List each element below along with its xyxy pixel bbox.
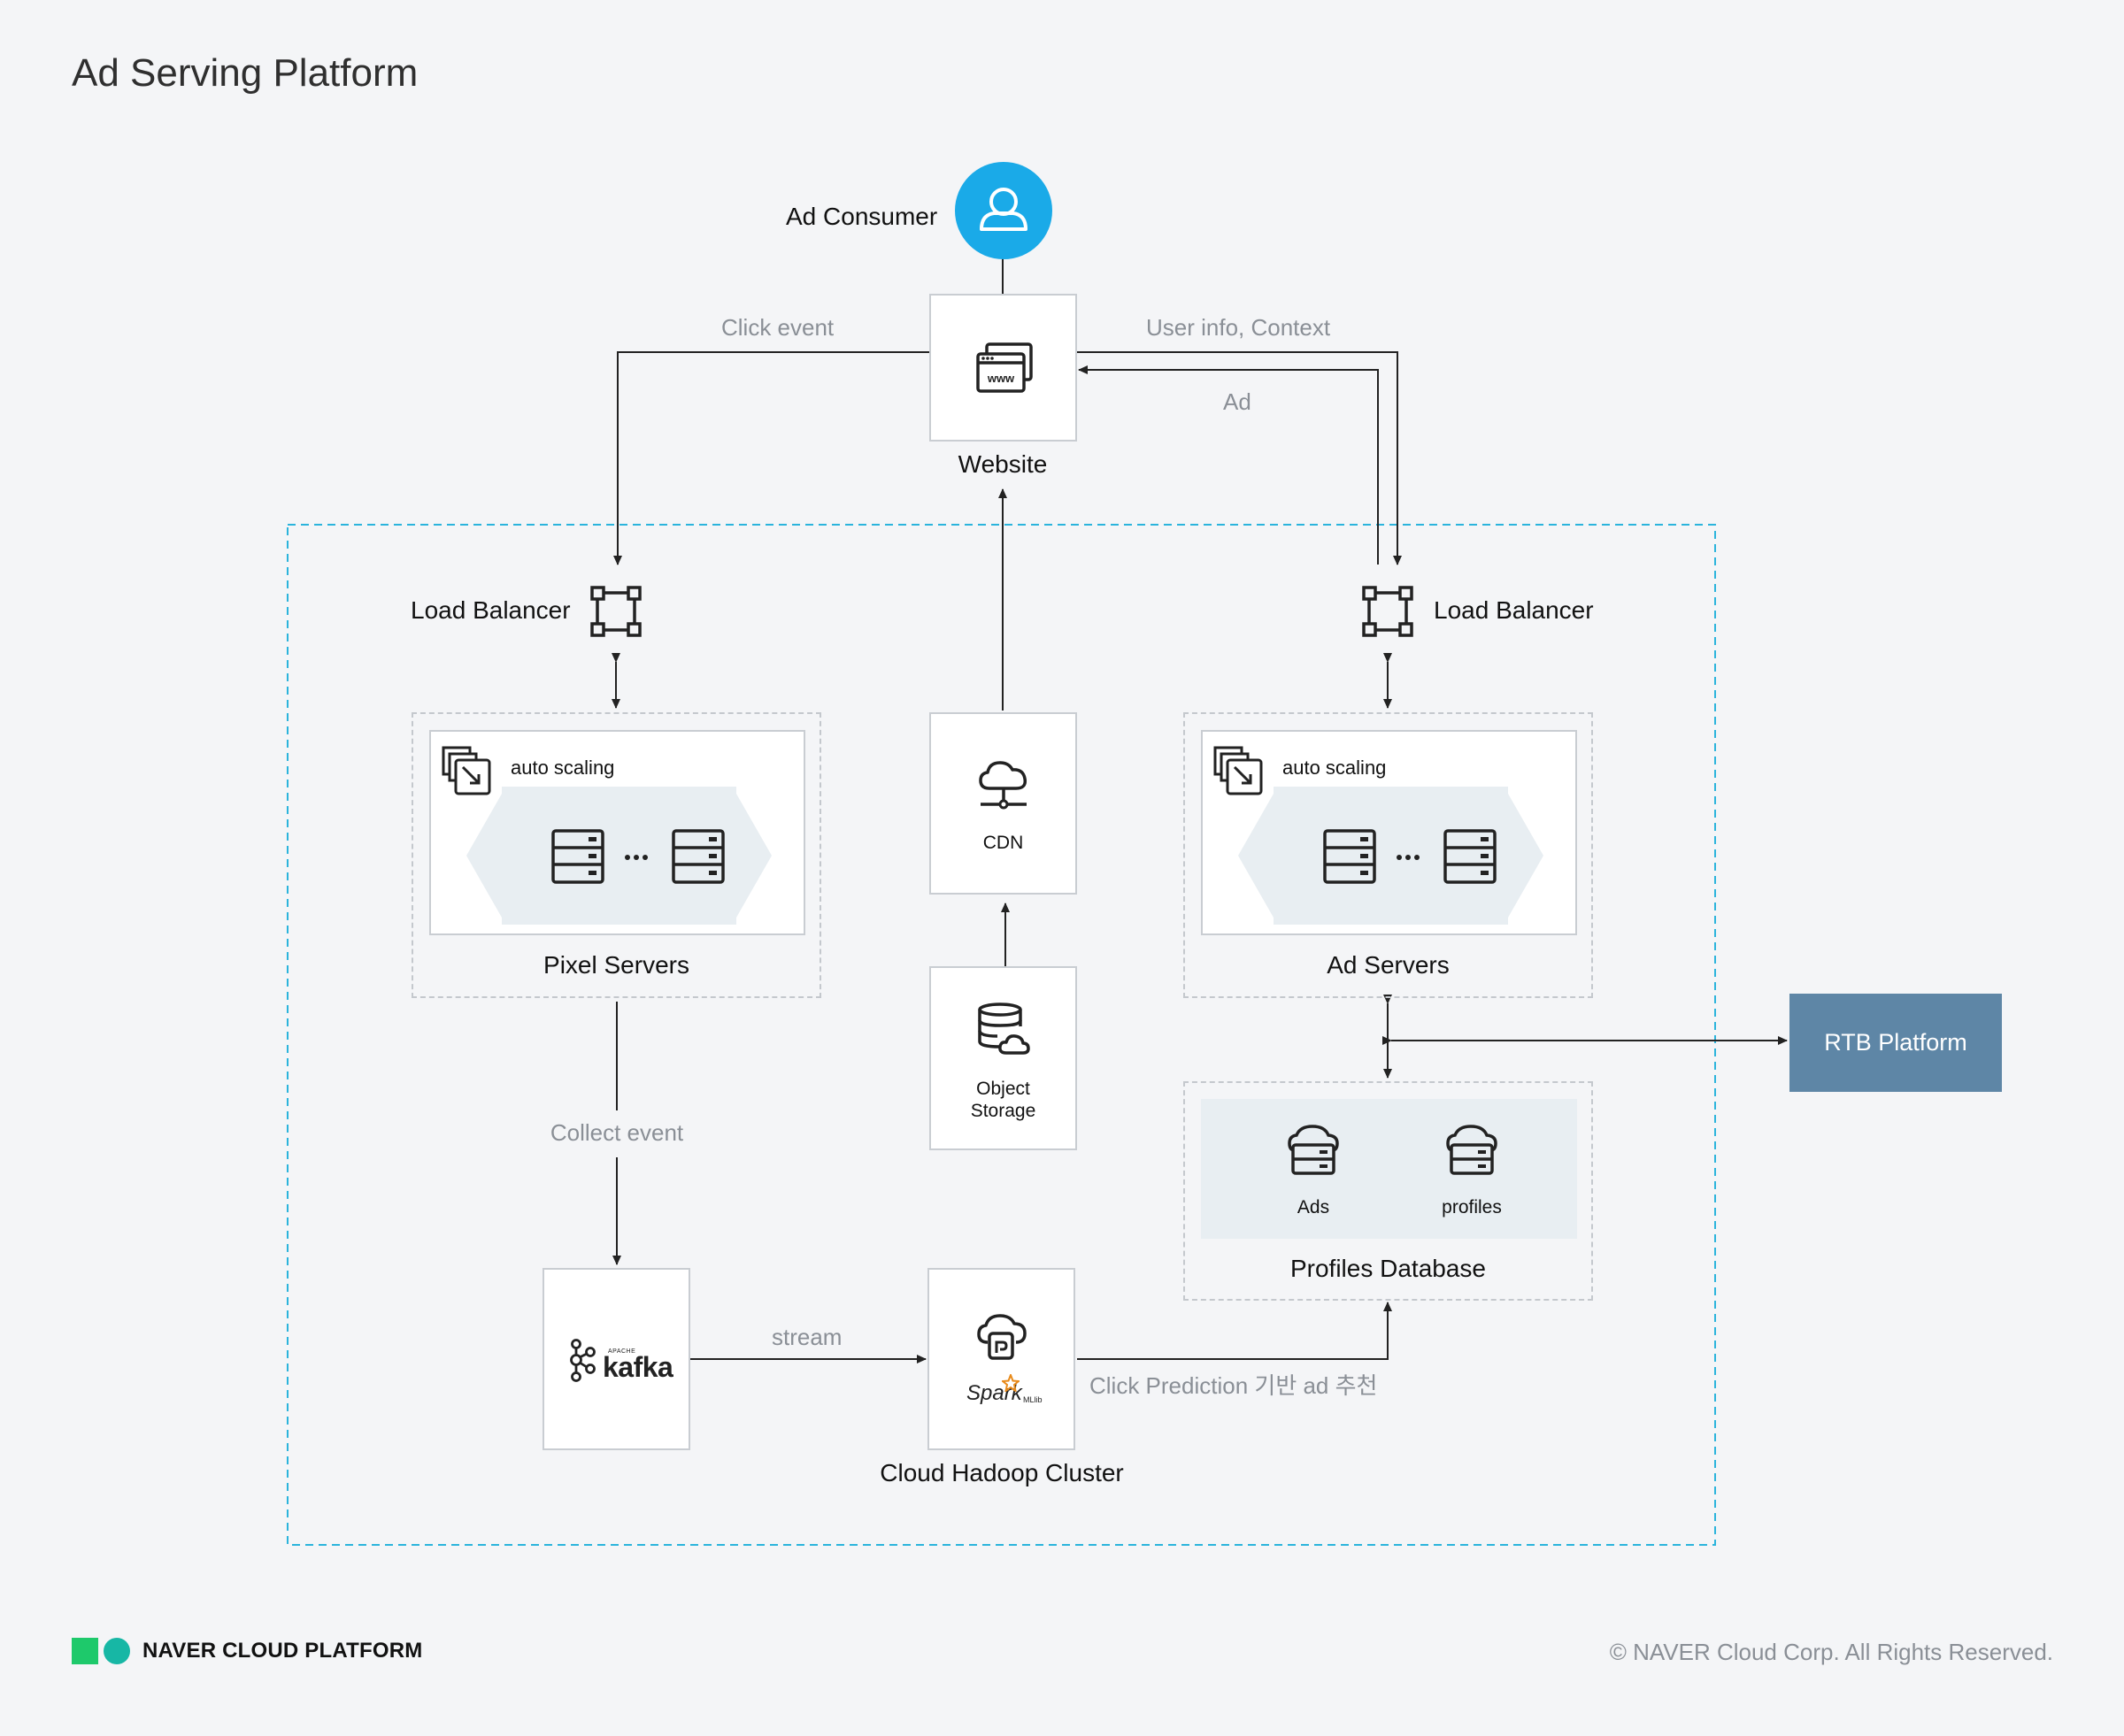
cloud-database-icon [1446,1125,1497,1175]
load-balancer-icon[interactable] [1360,584,1415,639]
load-balancer-icon[interactable] [589,584,643,639]
kafka-text: kafka [603,1351,673,1383]
brand-text: NAVER CLOUD PLATFORM [142,1639,423,1663]
naver-cloud-logo: NAVER CLOUD PLATFORM [72,1638,422,1664]
ad-servers-group[interactable]: auto scaling Ad Servers [1183,712,1593,998]
ad-servers-label: Ad Servers [1327,951,1450,979]
spark-star-icon [1002,1374,1020,1392]
pixel-servers-group[interactable]: auto scaling Pixel Servers [412,712,821,998]
click-event-arrow [613,351,929,565]
naver-logo-icon [72,1638,130,1664]
lb-right-label: Load Balancer [1434,596,1594,624]
lb-left-label: Load Balancer [411,596,571,624]
ad-consumer-avatar[interactable] [955,162,1052,259]
object-storage-label-line1: Object [976,1079,1030,1099]
pixel-servers-label: Pixel Servers [543,951,689,979]
website-label: Website [958,450,1048,478]
click-event-label: Click event [721,314,835,341]
user-icon [980,188,1027,231]
hadoop-cluster-label: Cloud Hadoop Cluster [880,1459,1124,1486]
storage-icon [978,1002,1030,1055]
auto-scaling-panel: auto scaling [1201,730,1577,935]
cloud-database-icon [1288,1125,1339,1175]
browser-icon: www [976,342,1033,393]
profiles-db-label: profiles [1442,1197,1502,1218]
object-storage-label-line2: Storage [970,1101,1036,1121]
user-info-label: User info, Context [1146,314,1331,341]
copyright: © NAVER Cloud Corp. All Rights Reserved. [1609,1639,2053,1665]
collect-event-label: Collect event [550,1119,684,1146]
server-pool-graphic [1213,746,1543,925]
rtb-platform-node[interactable]: RTB Platform [1789,994,2002,1092]
user-info-arrow [1077,351,1402,565]
prediction-arrow [1077,1302,1392,1360]
hadoop-cloud-icon [977,1314,1027,1360]
auto-scaling-panel: auto scaling [429,730,805,935]
auto-scaling-icon [442,746,491,795]
click-prediction-label: Click Prediction 기반 ad 추천 [1089,1372,1378,1399]
www-text: www [987,372,1015,385]
object-storage-node[interactable]: Object Storage [929,966,1077,1150]
ad-label: Ad [1223,388,1251,415]
cdn-label: CDN [982,833,1024,853]
auto-scaling-icon [1213,746,1263,795]
server-pool-graphic [442,746,772,925]
mllib-text: MLlib [1023,1395,1043,1404]
ads-db-label: Ads [1297,1197,1330,1218]
cloud-network-icon [979,761,1027,810]
stream-label: stream [772,1324,843,1350]
database-panel: Ads profiles [1201,1099,1577,1239]
website-node[interactable]: www [929,294,1077,442]
profiles-database-label: Profiles Database [1289,1255,1486,1282]
kafka-logo-icon [570,1339,596,1382]
cdn-node[interactable]: CDN [929,712,1077,895]
hadoop-cluster-node[interactable]: Spark MLlib [927,1268,1075,1450]
kafka-node[interactable]: APACHE kafka [543,1268,690,1450]
auto-scaling-label: auto scaling [1282,757,1387,779]
profiles-database-group[interactable]: Ads profiles Profiles Database [1183,1081,1593,1301]
ad-consumer-label: Ad Consumer [786,203,938,230]
auto-scaling-label: auto scaling [511,757,615,779]
